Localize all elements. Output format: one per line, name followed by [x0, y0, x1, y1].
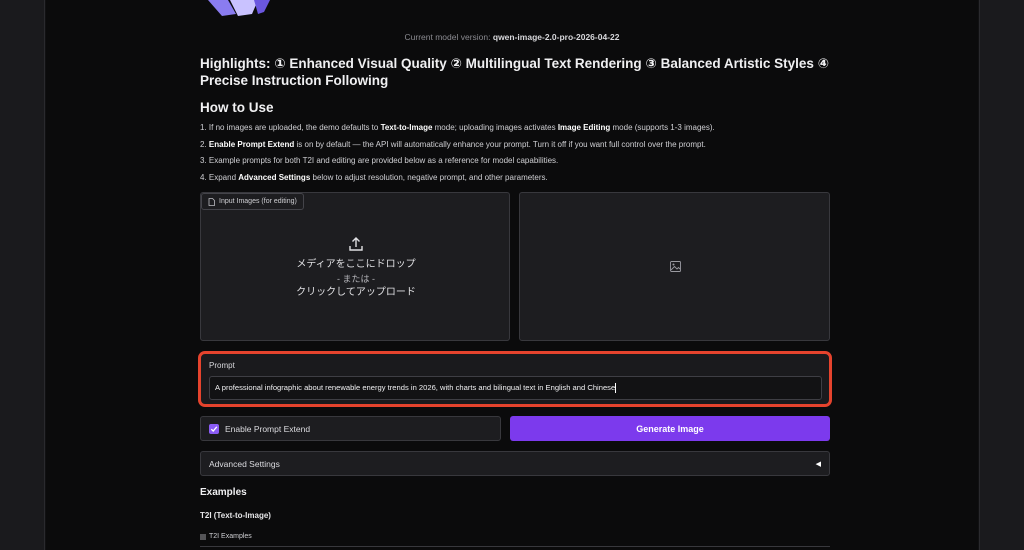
check-icon — [210, 425, 218, 432]
file-icon — [208, 197, 215, 206]
prompt-container: Prompt A professional infographic about … — [198, 351, 832, 407]
step-3: 3. Example prompts for both T2I and edit… — [200, 156, 559, 165]
step-1: 1. If no images are uploaded, the demo d… — [200, 123, 715, 132]
advanced-settings-label: Advanced Settings — [209, 458, 280, 469]
drop-media-text: メディアをここにドロップ — [296, 259, 416, 270]
window-frame-right — [979, 0, 1024, 550]
list-icon — [200, 534, 206, 539]
or-text: - または - — [337, 274, 375, 284]
prompt-input[interactable]: A professional infographic about renewab… — [209, 376, 822, 400]
image-placeholder-icon — [670, 261, 681, 272]
click-upload-text: クリックしてアップロード — [296, 287, 416, 298]
version-prefix: Current model version: — [404, 32, 491, 42]
generate-image-button[interactable]: Generate Image — [510, 416, 830, 441]
t2i-heading: T2I (Text-to-Image) — [200, 511, 271, 520]
drop-area-text: メディアをここにドロップ - または - クリックしてアップロード — [201, 236, 511, 300]
window-frame-left — [0, 0, 45, 550]
app-logo — [208, 0, 270, 16]
prompt-label: Prompt — [209, 361, 235, 370]
output-image-panel — [519, 192, 830, 341]
how-to-steps: 1. If no images are uploaded, the demo d… — [200, 123, 840, 189]
prompt-extend-label: Enable Prompt Extend — [225, 423, 311, 434]
collapse-arrow-icon: ◀ — [815, 460, 821, 468]
examples-heading: Examples — [200, 487, 247, 498]
model-version: Current model version: qwen-image-2.0-pr… — [0, 32, 1024, 42]
image-upload-dropzone[interactable]: Input Images (for editing) メディアをここにドロップ … — [200, 192, 510, 341]
examples-divider — [200, 546, 830, 550]
advanced-settings-accordion[interactable]: Advanced Settings ◀ — [200, 451, 830, 476]
highlights-heading: Highlights: ① Enhanced Visual Quality ② … — [200, 56, 830, 88]
version-value: qwen-image-2.0-pro-2026-04-22 — [492, 32, 620, 42]
prompt-extend-toggle[interactable]: Enable Prompt Extend — [200, 416, 501, 441]
input-images-label: Input Images (for editing) — [201, 193, 304, 210]
t2i-examples-tab[interactable]: T2I Examples — [200, 533, 252, 540]
upload-icon — [349, 237, 363, 251]
step-2: 2. Enable Prompt Extend is on by default… — [200, 139, 706, 149]
prompt-extend-checkbox[interactable] — [209, 423, 219, 434]
how-to-use-heading: How to Use — [200, 100, 274, 115]
step-4: 4. Expand Advanced Settings below to adj… — [200, 172, 548, 182]
